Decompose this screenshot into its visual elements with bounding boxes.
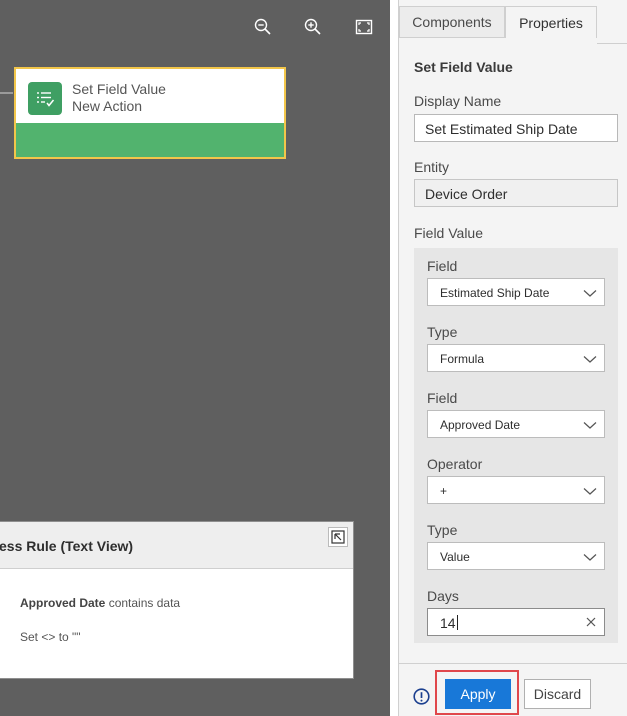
properties-panel: Components Properties Set Field Value Di… xyxy=(398,0,627,716)
discard-button[interactable]: Discard xyxy=(524,679,591,709)
set-field-value-node[interactable]: Set Field Value New Action xyxy=(14,67,286,159)
workflow-canvas[interactable]: Set Field Value New Action ess Rule (Tex… xyxy=(0,0,390,716)
panel-footer: Apply Discard xyxy=(399,663,627,716)
clear-icon[interactable] xyxy=(584,615,598,629)
display-name-input[interactable]: Set Estimated Ship Date xyxy=(414,114,618,142)
type-label: Type xyxy=(427,324,458,340)
expand-icon xyxy=(331,530,345,544)
field-select-value: Estimated Ship Date xyxy=(440,286,550,300)
value-type-label: Type xyxy=(427,522,458,538)
rule-condition: Approved Date contains data xyxy=(20,596,180,610)
value-type-select[interactable]: Value xyxy=(427,542,605,570)
text-cursor xyxy=(456,615,458,630)
display-name-label: Display Name xyxy=(414,93,502,109)
chevron-down-icon xyxy=(583,422,597,429)
type-select-value: Formula xyxy=(440,352,485,366)
tab-properties[interactable]: Properties xyxy=(505,6,597,38)
business-rule-text-view: ess Rule (Text View) Approved Date conta… xyxy=(0,521,354,679)
fit-to-screen-button[interactable] xyxy=(353,16,375,38)
connector-line xyxy=(0,92,13,94)
entity-label: Entity xyxy=(414,159,450,175)
zoom-in-button[interactable] xyxy=(302,16,324,38)
apply-button[interactable]: Apply xyxy=(445,679,511,709)
zoom-out-button[interactable] xyxy=(252,16,274,38)
expand-button[interactable] xyxy=(328,527,348,547)
source-field-select-value: Approved Date xyxy=(440,418,521,432)
zoom-in-icon xyxy=(304,18,321,35)
node-subtitle: New Action xyxy=(72,98,143,114)
source-field-label: Field xyxy=(427,390,458,406)
node-status-bar xyxy=(16,123,284,157)
section-title: Set Field Value xyxy=(414,59,513,75)
field-label: Field xyxy=(427,258,458,274)
days-input[interactable]: 14 xyxy=(427,608,605,636)
type-select[interactable]: Formula xyxy=(427,344,605,372)
field-value-label: Field Value xyxy=(414,225,484,241)
info-icon[interactable] xyxy=(413,688,430,705)
days-input-value: 14 xyxy=(440,615,456,631)
rule-condition-text: contains data xyxy=(105,596,181,610)
source-field-select[interactable]: Approved Date xyxy=(427,410,605,438)
tab-divider xyxy=(597,43,627,44)
rule-condition-field: Approved Date xyxy=(20,596,106,610)
chevron-down-icon xyxy=(583,290,597,297)
tab-components[interactable]: Components xyxy=(399,6,505,38)
operator-select-value: + xyxy=(440,484,448,498)
operator-label: Operator xyxy=(427,456,483,472)
operator-select[interactable]: + xyxy=(427,476,605,504)
zoom-out-icon xyxy=(254,18,271,35)
chevron-down-icon xyxy=(583,488,597,495)
node-title: Set Field Value xyxy=(72,81,166,97)
chevron-down-icon xyxy=(583,356,597,363)
rule-panel-title: ess Rule (Text View) xyxy=(0,538,134,554)
field-value-group: Field Estimated Ship Date Type Formula F… xyxy=(414,248,618,643)
fit-to-screen-icon xyxy=(355,19,373,35)
set-field-value-icon xyxy=(28,82,62,115)
days-label: Days xyxy=(427,588,459,604)
panel-tabs: Components Properties xyxy=(399,6,627,44)
value-type-select-value: Value xyxy=(440,550,470,564)
entity-field: Device Order xyxy=(414,179,618,207)
field-select[interactable]: Estimated Ship Date xyxy=(427,278,605,306)
rule-action: Set <> to "" xyxy=(20,630,81,644)
chevron-down-icon xyxy=(583,554,597,561)
